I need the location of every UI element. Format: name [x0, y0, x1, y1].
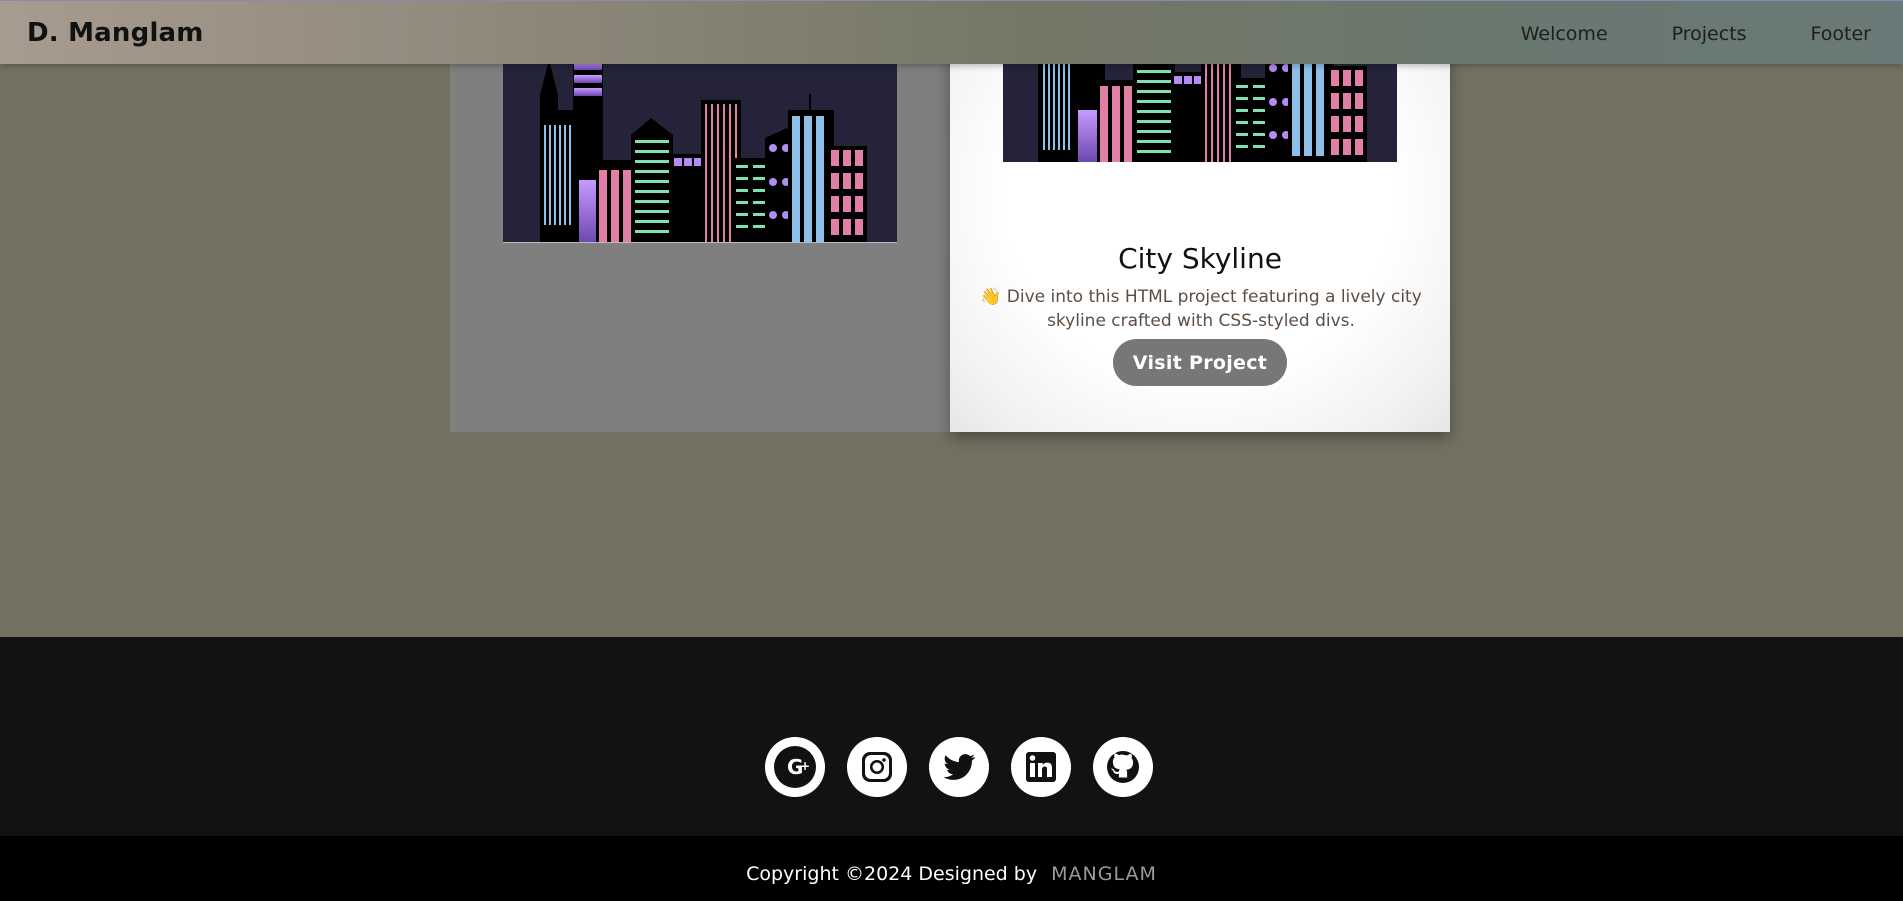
copyright-bar: Copyright ©2024 Designed by MANGLAM [0, 836, 1903, 901]
instagram-icon[interactable] [846, 737, 907, 797]
wave-emoji-icon: 👋 [980, 287, 1002, 307]
nav-links: Welcome Projects Footer [1457, 23, 1871, 45]
nav-link-footer[interactable]: Footer [1811, 23, 1871, 45]
copyright: Copyright ©2024 Designed by MANGLAM [0, 863, 1903, 885]
linkedin-icon[interactable] [1010, 737, 1071, 797]
projects-section: City Skyline 👋 Dive into this HTML proje… [0, 0, 1903, 637]
footer: G + [0, 637, 1903, 836]
github-icon[interactable] [1092, 737, 1153, 797]
project-description: 👋 Dive into this HTML project featuring … [957, 285, 1445, 333]
project-description-text: Dive into this HTML project featuring a … [1006, 287, 1422, 331]
google-plus-icon[interactable]: G + [764, 737, 825, 797]
visit-project-button[interactable]: Visit Project [1113, 339, 1287, 386]
nav-link-welcome[interactable]: Welcome [1521, 23, 1608, 45]
social-links: G + [0, 737, 1903, 797]
author-link[interactable]: MANGLAM [1051, 863, 1157, 885]
navbar: D. Manglam Welcome Projects Footer [0, 0, 1903, 64]
project-title: City Skyline [1118, 242, 1282, 275]
nav-link-projects[interactable]: Projects [1672, 23, 1747, 45]
project-card-left [450, 0, 950, 432]
brand-logo[interactable]: D. Manglam [27, 18, 204, 48]
project-card-city-skyline: City Skyline 👋 Dive into this HTML proje… [950, 0, 1450, 432]
twitter-icon[interactable] [928, 737, 989, 797]
copyright-text: Copyright ©2024 Designed by [746, 863, 1038, 885]
svg-text:+: + [800, 759, 810, 773]
